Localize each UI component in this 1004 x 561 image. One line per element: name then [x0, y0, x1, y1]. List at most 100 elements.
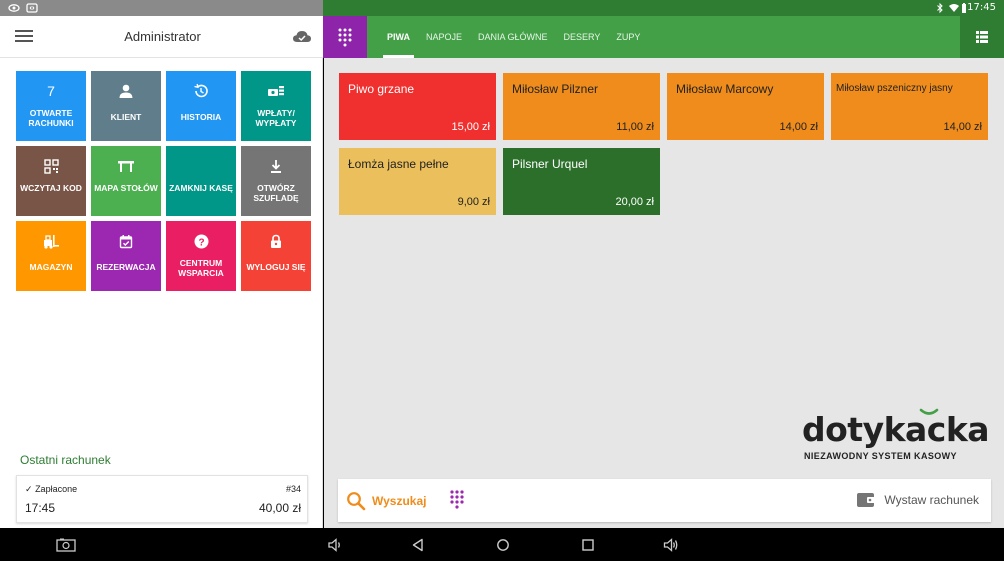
- tile-label: Centrum wsparcia: [178, 258, 224, 278]
- person-icon: [119, 84, 133, 98]
- tab-piwa[interactable]: Piwa: [379, 16, 418, 58]
- system-nav-bar: [0, 528, 1004, 561]
- product-name: Łomża jasne pełne: [348, 157, 449, 171]
- bottom-action-bar: Wyszukaj Wystaw rachunek: [338, 479, 991, 522]
- tab-desery[interactable]: Desery: [556, 16, 609, 58]
- tab-dania-glowne[interactable]: Dania główne: [470, 16, 556, 58]
- tab-napoje[interactable]: Napoje: [418, 16, 470, 58]
- download-icon: [271, 159, 281, 173]
- tile-support-center[interactable]: ? Centrum wsparcia: [166, 221, 236, 291]
- back-icon[interactable]: [410, 537, 426, 553]
- tile-client[interactable]: Klient: [91, 71, 161, 141]
- product-name: Miłosław Pilzner: [512, 82, 599, 96]
- volume-up-icon[interactable]: [663, 537, 679, 553]
- product-price: 9,00 zł: [457, 196, 490, 208]
- status-bar-right: 17:45: [323, 0, 1004, 16]
- product-tile[interactable]: Łomża jasne pełne 9,00 zł: [339, 148, 496, 215]
- product-price: 14,00 zł: [943, 121, 982, 133]
- forklift-icon: [44, 234, 59, 249]
- eye-icon: [8, 4, 20, 12]
- help-icon: ?: [194, 234, 208, 248]
- table-icon: [118, 161, 134, 172]
- product-tile[interactable]: Miłosław pszeniczny jasny 14,00 zł: [831, 73, 988, 140]
- status-bar-left: [0, 0, 323, 16]
- tile-scan-code[interactable]: Wczytaj kod: [16, 146, 86, 216]
- logo-tagline: NIEZAWODNY SYSTEM KASOWY: [804, 451, 957, 461]
- cash-icon: [268, 86, 284, 96]
- tile-reservation[interactable]: Rezerwacja: [91, 221, 161, 291]
- qr-code-icon: [43, 158, 59, 174]
- dialpad-icon[interactable]: [444, 488, 470, 514]
- logo-wordmark: dotykacka: [802, 410, 990, 449]
- tile-label: Wczytaj kod: [20, 183, 82, 193]
- tile-label: Wyloguj się: [246, 262, 306, 272]
- dialpad-icon: [338, 28, 352, 47]
- product-price: 15,00 zł: [451, 121, 490, 133]
- open-receipts-count: 7: [47, 83, 55, 99]
- receipt-number: #34: [285, 484, 301, 494]
- tab-zupy[interactable]: Zupy: [608, 16, 648, 58]
- last-receipt-card[interactable]: ✓ Zapłacone #34 17:45 40,00 zł: [16, 475, 308, 523]
- user-title[interactable]: Administrator: [90, 29, 235, 44]
- left-panel: Administrator 7 Otwarte rachunki Klient …: [0, 16, 323, 528]
- issue-receipt-button[interactable]: Wystaw rachunek: [856, 491, 979, 509]
- history-icon: [194, 83, 208, 98]
- tile-table-map[interactable]: Mapa stołów: [91, 146, 161, 216]
- receipt-time: 17:45: [25, 501, 56, 515]
- tile-open-receipts[interactable]: 7 Otwarte rachunki: [16, 71, 86, 141]
- product-tile[interactable]: Piwo grzane 15,00 zł: [339, 73, 496, 140]
- product-tile[interactable]: Miłosław Marcowy 14,00 zł: [667, 73, 824, 140]
- left-header: Administrator: [0, 16, 323, 58]
- list-grid-icon: [976, 31, 988, 43]
- tile-label: Klient: [110, 112, 142, 122]
- product-name: Piwo grzane: [348, 82, 415, 96]
- tile-warehouse[interactable]: Magazyn: [16, 221, 86, 291]
- volume-down-icon[interactable]: [327, 537, 343, 553]
- product-tile[interactable]: Miłosław Pilzner 11,00 zł: [503, 73, 660, 140]
- tile-history[interactable]: Historia: [166, 71, 236, 141]
- search-label: Wyszukaj: [372, 494, 427, 508]
- product-price: 20,00 zł: [615, 196, 654, 208]
- tile-label: Magazyn: [29, 262, 73, 272]
- product-name: Miłosław Marcowy: [676, 82, 774, 96]
- layout-toggle-button[interactable]: [960, 16, 1004, 58]
- keypad-button[interactable]: [323, 16, 367, 58]
- home-icon[interactable]: [495, 537, 511, 553]
- tile-logout[interactable]: Wyloguj się: [241, 221, 311, 291]
- tile-label: Zamknij kasę: [169, 183, 233, 193]
- product-price: 14,00 zł: [779, 121, 818, 133]
- last-receipt-heading: Ostatni rachunek: [20, 453, 111, 467]
- cloud-sync-icon[interactable]: [292, 28, 312, 44]
- svg-text:?: ?: [198, 237, 204, 248]
- bluetooth-icon: [937, 2, 943, 14]
- tile-label: Wpłaty/ wypłaty: [255, 108, 297, 128]
- issue-receipt-label: Wystaw rachunek: [884, 493, 979, 507]
- product-name: Pilsner Urquel: [512, 157, 588, 171]
- tile-cash-in-out[interactable]: Wpłaty/ wypłaty: [241, 71, 311, 141]
- product-price: 11,00 zł: [616, 121, 654, 133]
- pos-screen: 17:45 Administrator 7 Otwarte rachunki K…: [0, 0, 1004, 561]
- calendar-check-icon: [119, 234, 133, 248]
- tile-label: Otwórz szufladę: [253, 183, 299, 203]
- tile-label: Historia: [180, 112, 222, 122]
- receipt-status: ✓ Zapłacone: [25, 484, 77, 495]
- category-bar: Piwa Napoje Dania główne Desery Zupy: [323, 16, 1004, 58]
- check-icon: ✓: [25, 484, 33, 494]
- menu-icon[interactable]: [15, 30, 33, 44]
- dotykacka-logo: dotykacka NIEZAWODNY SYSTEM KASOWY: [802, 408, 990, 465]
- receipt-total: 40,00 zł: [258, 501, 301, 515]
- recent-apps-icon[interactable]: [580, 537, 596, 553]
- tile-open-drawer[interactable]: Otwórz szufladę: [241, 146, 311, 216]
- tile-label: Mapa stołów: [94, 183, 158, 193]
- search-button[interactable]: Wyszukaj: [346, 488, 426, 514]
- product-area: Piwo grzane 15,00 zł Miłosław Pilzner 11…: [324, 58, 1004, 528]
- product-tile[interactable]: Pilsner Urquel 20,00 zł: [503, 148, 660, 215]
- screenshot-icon[interactable]: [56, 537, 76, 553]
- tile-label: Rezerwacja: [96, 262, 156, 272]
- lock-icon: [271, 234, 281, 248]
- tile-label: Otwarte rachunki: [28, 108, 74, 128]
- category-tabs: Piwa Napoje Dania główne Desery Zupy: [379, 16, 648, 58]
- search-icon: [347, 492, 366, 511]
- tile-close-register[interactable]: Zamknij kasę: [166, 146, 236, 216]
- status-time: 17:45: [967, 2, 996, 13]
